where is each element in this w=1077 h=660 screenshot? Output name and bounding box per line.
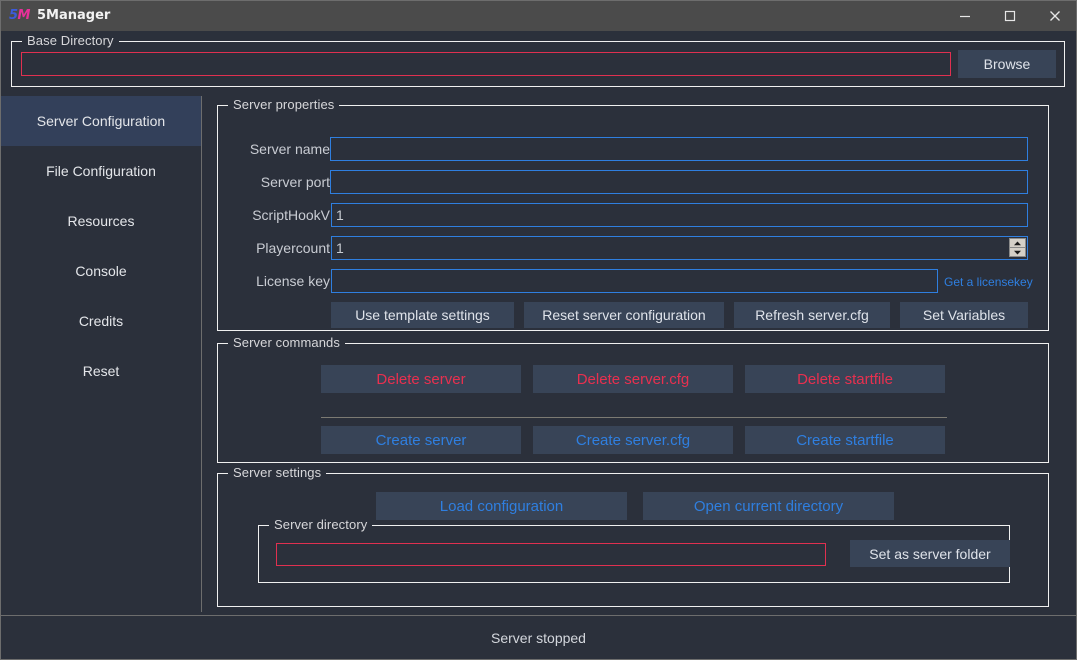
playercount-spinner[interactable] — [1009, 238, 1026, 257]
sidebar-item-label: Credits — [79, 313, 123, 329]
server-settings-group: Server settings Load configuration Open … — [217, 473, 1049, 607]
reset-server-configuration-button[interactable]: Reset server configuration — [524, 302, 724, 328]
scripthookv-label: ScriptHookV — [252, 203, 330, 227]
app-window: 5M 5Manager Base Directory Browse Server… — [0, 0, 1077, 660]
server-properties-group: Server properties Server name Server por… — [217, 105, 1049, 331]
server-directory-group: Server directory Set as server folder — [258, 525, 1010, 583]
server-port-input[interactable] — [330, 170, 1028, 194]
load-configuration-button[interactable]: Load configuration — [376, 492, 627, 520]
open-current-directory-button[interactable]: Open current directory — [643, 492, 894, 520]
sidebar-item-label: Server Configuration — [37, 113, 165, 129]
delete-startfile-button[interactable]: Delete startfile — [745, 365, 945, 393]
scripthookv-input[interactable] — [331, 203, 1028, 227]
create-server-cfg-button[interactable]: Create server.cfg — [533, 426, 733, 454]
sidebar-item-label: Console — [75, 263, 126, 279]
delete-server-cfg-button[interactable]: Delete server.cfg — [533, 365, 733, 393]
sidebar: Server Configuration File Configuration … — [1, 96, 202, 612]
delete-server-button[interactable]: Delete server — [321, 365, 521, 393]
create-startfile-button[interactable]: Create startfile — [745, 426, 945, 454]
minimize-icon[interactable] — [942, 0, 987, 31]
playercount-input[interactable] — [331, 236, 1028, 260]
server-port-label: Server port — [261, 170, 330, 194]
base-directory-input[interactable] — [21, 52, 951, 76]
server-directory-input[interactable] — [276, 543, 826, 566]
sidebar-item-server-configuration[interactable]: Server Configuration — [1, 96, 201, 146]
sidebar-item-file-configuration[interactable]: File Configuration — [1, 146, 201, 196]
license-key-label: License key — [256, 269, 330, 293]
sidebar-item-resources[interactable]: Resources — [1, 196, 201, 246]
base-directory-legend: Base Directory — [22, 33, 119, 48]
create-server-button[interactable]: Create server — [321, 426, 521, 454]
window-controls — [942, 0, 1077, 31]
server-commands-group: Server commands Delete server Delete ser… — [217, 343, 1049, 463]
server-name-input[interactable] — [330, 137, 1028, 161]
playercount-label: Playercount — [256, 236, 330, 260]
logo-char-m: M — [18, 8, 30, 23]
field-row-server-name: Server name — [218, 137, 330, 161]
maximize-icon[interactable] — [987, 0, 1032, 31]
sidebar-item-label: Resources — [68, 213, 135, 229]
close-icon[interactable] — [1032, 0, 1077, 31]
browse-button[interactable]: Browse — [958, 50, 1056, 78]
set-as-server-folder-button[interactable]: Set as server folder — [850, 540, 1010, 567]
field-row-playercount: Playercount — [218, 236, 330, 260]
base-directory-group: Base Directory Browse — [11, 41, 1065, 87]
sidebar-item-console[interactable]: Console — [1, 246, 201, 296]
server-properties-legend: Server properties — [228, 97, 339, 112]
logo-char-5: 5 — [9, 8, 18, 23]
spinner-up-icon[interactable] — [1010, 239, 1025, 247]
spinner-down-icon[interactable] — [1010, 247, 1025, 256]
sidebar-item-reset[interactable]: Reset — [1, 346, 201, 396]
window-title: 5Manager — [37, 8, 110, 23]
set-variables-button[interactable]: Set Variables — [900, 302, 1028, 328]
field-row-license-key: License key — [218, 269, 330, 293]
use-template-settings-button[interactable]: Use template settings — [331, 302, 514, 328]
sidebar-item-label: Reset — [83, 363, 120, 379]
main-content: Server properties Server name Server por… — [203, 96, 1076, 612]
field-row-scripthookv: ScriptHookV — [218, 203, 330, 227]
server-commands-legend: Server commands — [228, 335, 345, 350]
server-directory-legend: Server directory — [269, 517, 372, 532]
commands-divider — [321, 417, 947, 418]
status-text: Server stopped — [491, 630, 586, 646]
refresh-server-cfg-button[interactable]: Refresh server.cfg — [734, 302, 890, 328]
server-name-label: Server name — [250, 137, 330, 161]
license-key-input[interactable] — [331, 269, 938, 293]
title-bar: 5M 5Manager — [0, 0, 1077, 31]
field-row-server-port: Server port — [218, 170, 330, 194]
get-licensekey-link[interactable]: Get a licensekey — [944, 275, 1033, 289]
playercount-stepper[interactable] — [331, 236, 1028, 260]
sidebar-item-credits[interactable]: Credits — [1, 296, 201, 346]
app-logo-icon: 5M — [9, 7, 29, 25]
server-settings-legend: Server settings — [228, 465, 326, 480]
status-bar: Server stopped — [1, 615, 1076, 659]
sidebar-item-label: File Configuration — [46, 163, 156, 179]
